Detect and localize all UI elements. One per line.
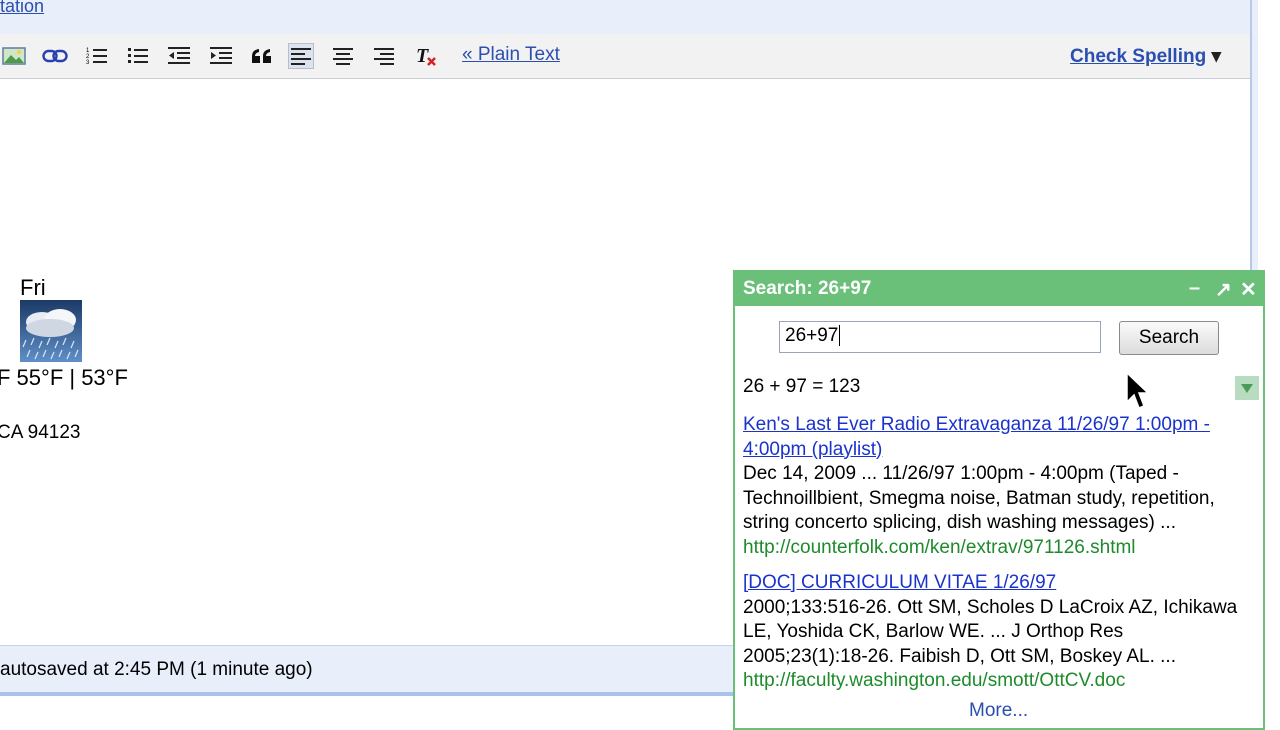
align-center-icon[interactable] <box>330 43 356 69</box>
align-right-icon[interactable] <box>371 43 397 69</box>
weather-location: CA 94123 <box>0 422 81 443</box>
search-result: Ken's Last Ever Radio Extravaganza 11/26… <box>743 413 1243 560</box>
close-icon[interactable]: ✕ <box>1240 277 1257 302</box>
search-input[interactable]: 26+97 <box>779 321 1101 353</box>
align-left-icon[interactable] <box>288 43 314 69</box>
remove-formatting-icon[interactable]: T <box>413 43 439 69</box>
link-icon[interactable] <box>42 43 68 69</box>
image-icon[interactable] <box>1 43 27 69</box>
mouse-pointer-icon <box>1126 371 1150 415</box>
numbered-list-icon[interactable]: 123 <box>84 43 110 69</box>
top-bar: tation <box>0 0 1258 34</box>
minimize-icon[interactable]: – <box>1189 277 1200 300</box>
quote-icon[interactable] <box>249 43 275 69</box>
outdent-icon[interactable] <box>166 43 192 69</box>
search-panel-title: Search: 26+97 <box>743 278 872 299</box>
more-results-link[interactable]: More... <box>969 700 1028 722</box>
search-result-snippet: Dec 14, 2009 ... 11/26/97 1:00pm - 4:00p… <box>743 463 1215 533</box>
check-spelling-label: Check Spelling <box>1070 46 1207 67</box>
svg-text:3: 3 <box>86 60 90 66</box>
weather-temperatures: F 55°F | 53°F <box>0 365 128 390</box>
search-result-url: http://counterfolk.com/ken/extrav/971126… <box>743 536 1136 558</box>
calculator-result: 26 + 97 = 123 <box>743 376 861 397</box>
text-caret <box>839 325 841 346</box>
popout-icon[interactable]: ↗ <box>1215 277 1232 302</box>
search-query: 26+97 <box>785 325 839 346</box>
autosave-status: autosaved at 2:45 PM (1 minute ago) <box>0 659 313 680</box>
search-result-title[interactable]: [DOC] CURRICULUM VITAE 1/26/97 <box>743 572 1056 593</box>
indent-icon[interactable] <box>208 43 234 69</box>
search-result-title[interactable]: Ken's Last Ever Radio Extravaganza 11/26… <box>743 414 1210 460</box>
top-link[interactable]: tation <box>0 0 44 17</box>
svg-text:T: T <box>416 45 429 67</box>
bulleted-list-icon[interactable] <box>125 43 151 69</box>
search-panel: Search: 26+97 – ↗ ✕ 26+97 Search 26 + 97… <box>733 270 1265 730</box>
chevron-down-icon: ▾ <box>1211 46 1222 67</box>
search-result-snippet: 2000;133:516-26. Ott SM, Scholes D LaCro… <box>743 596 1238 667</box>
plain-text-link[interactable]: « Plain Text <box>462 44 560 66</box>
rain-cloud-icon <box>20 300 82 362</box>
search-panel-header[interactable]: Search: 26+97 – ↗ ✕ <box>735 272 1263 306</box>
search-result: [DOC] CURRICULUM VITAE 1/26/97 2000;133:… <box>743 571 1243 694</box>
weather-day: Fri <box>20 275 46 300</box>
check-spelling-button[interactable]: Check Spelling ▾ <box>1070 45 1221 68</box>
search-result-url: http://faculty.washington.edu/smott/OttC… <box>743 670 1126 691</box>
expand-triangle-icon[interactable] <box>1235 376 1259 400</box>
search-button[interactable]: Search <box>1119 321 1219 355</box>
